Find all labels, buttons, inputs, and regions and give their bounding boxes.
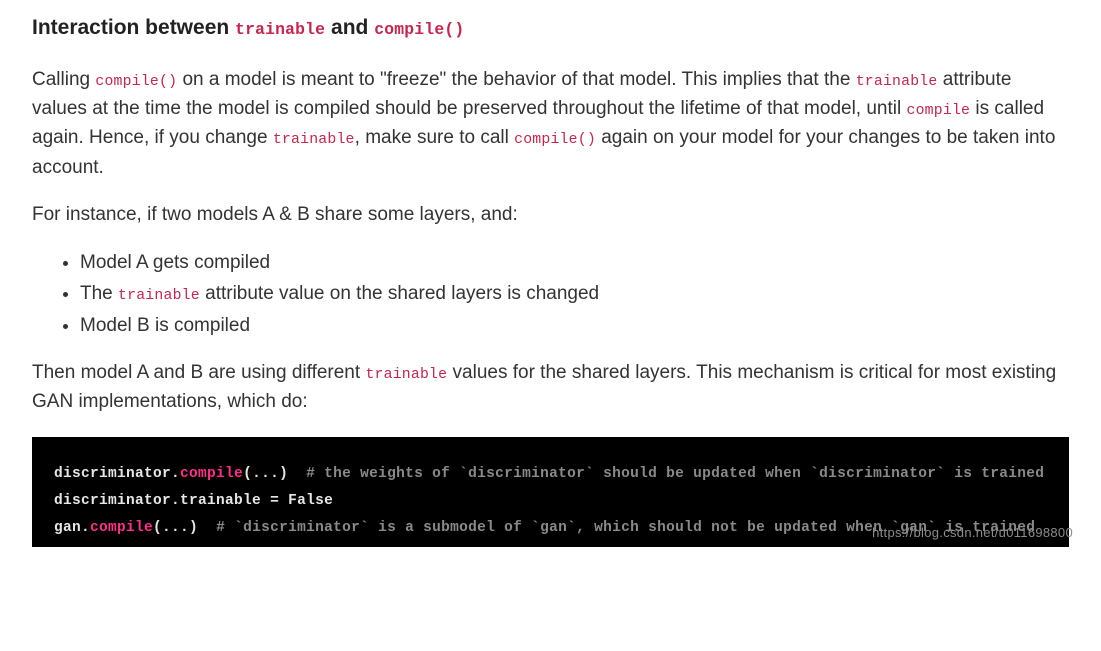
list-item: Model A gets compiled	[80, 248, 1069, 277]
heading-code-compile: compile()	[374, 20, 464, 39]
code-token-punct: .	[171, 493, 180, 509]
text: on a model is meant to "freeze" the beha…	[177, 69, 856, 90]
code-token-ident: discriminator	[54, 466, 171, 482]
code-token-keyword: False	[288, 493, 333, 509]
paragraph-1: Calling compile() on a model is meant to…	[32, 65, 1069, 183]
code-token-method: compile	[180, 466, 243, 482]
code-token-comment: # the weights of `discriminator` should …	[306, 466, 1044, 482]
code-token-punct: .	[171, 466, 180, 482]
code-token-punct: (...)	[243, 466, 288, 482]
code-block[interactable]: discriminator.compile(...) # the weights…	[32, 437, 1069, 547]
inline-code-compile: compile	[907, 103, 971, 119]
text: attribute value on the shared layers is …	[200, 283, 599, 304]
heading-text: Interaction between	[32, 16, 235, 39]
list-item: Model B is compiled	[80, 311, 1069, 340]
code-token-space	[198, 520, 216, 536]
text: , make sure to call	[355, 127, 514, 148]
code-token-method: compile	[90, 520, 153, 536]
heading-code-trainable: trainable	[235, 20, 325, 39]
inline-code-trainable: trainable	[856, 74, 938, 90]
text: Then model A and B are using different	[32, 362, 365, 383]
code-token-space	[288, 466, 306, 482]
section-heading: Interaction between trainable and compil…	[32, 12, 1069, 45]
bullet-list: Model A gets compiled The trainable attr…	[32, 248, 1069, 340]
paragraph-2: For instance, if two models A & B share …	[32, 200, 1069, 229]
inline-code-compile: compile()	[514, 132, 596, 148]
inline-code-trainable: trainable	[365, 367, 447, 383]
list-item: The trainable attribute value on the sha…	[80, 279, 1069, 308]
code-token-ident: discriminator	[54, 493, 171, 509]
inline-code-trainable: trainable	[273, 132, 355, 148]
text: Calling	[32, 69, 95, 90]
heading-text: and	[325, 16, 374, 39]
code-token-comment: # `discriminator` is a submodel of `gan`…	[216, 520, 1035, 536]
document-page: Interaction between trainable and compil…	[0, 0, 1101, 547]
code-token-attr: trainable	[180, 493, 270, 509]
code-token-punct: (...)	[153, 520, 198, 536]
text: The	[80, 283, 118, 304]
inline-code-trainable: trainable	[118, 288, 200, 304]
code-token-punct: =	[270, 493, 288, 509]
inline-code-compile: compile()	[95, 74, 177, 90]
code-token-punct: .	[81, 520, 90, 536]
code-token-ident: gan	[54, 520, 81, 536]
paragraph-3: Then model A and B are using different t…	[32, 358, 1069, 417]
